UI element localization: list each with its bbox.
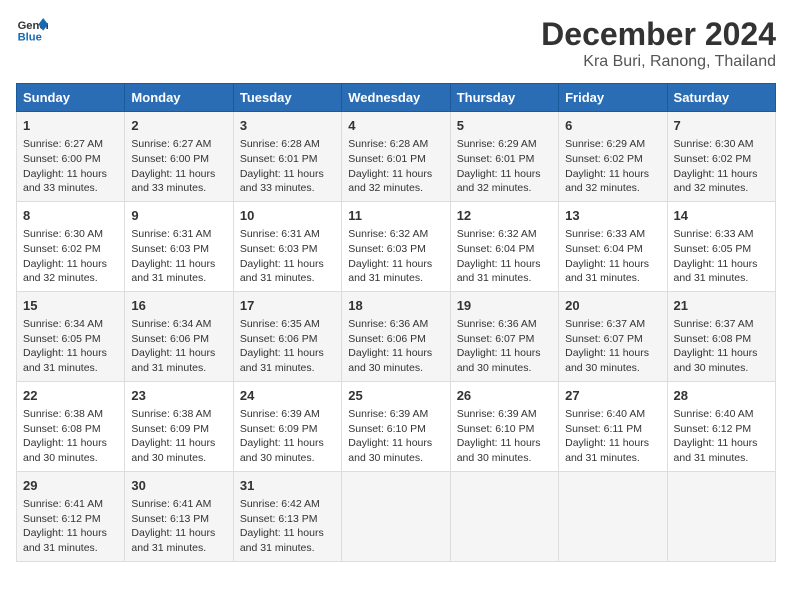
day-number: 3 [240, 117, 335, 135]
header: General Blue December 2024 Kra Buri, Ran… [16, 16, 776, 71]
calendar-cell [342, 471, 450, 561]
calendar-cell: 8Sunrise: 6:30 AMSunset: 6:02 PMDaylight… [17, 201, 125, 291]
calendar-week-row: 29Sunrise: 6:41 AMSunset: 6:12 PMDayligh… [17, 471, 776, 561]
title-area: December 2024 Kra Buri, Ranong, Thailand [541, 16, 776, 71]
calendar-cell: 29Sunrise: 6:41 AMSunset: 6:12 PMDayligh… [17, 471, 125, 561]
day-number: 25 [348, 387, 443, 405]
svg-text:Blue: Blue [18, 31, 42, 43]
calendar-cell: 20Sunrise: 6:37 AMSunset: 6:07 PMDayligh… [559, 291, 667, 381]
calendar-week-row: 22Sunrise: 6:38 AMSunset: 6:08 PMDayligh… [17, 381, 776, 471]
calendar-cell: 6Sunrise: 6:29 AMSunset: 6:02 PMDaylight… [559, 112, 667, 202]
calendar-cell: 9Sunrise: 6:31 AMSunset: 6:03 PMDaylight… [125, 201, 233, 291]
day-number: 28 [674, 387, 769, 405]
header-monday: Monday [125, 84, 233, 112]
calendar-cell: 12Sunrise: 6:32 AMSunset: 6:04 PMDayligh… [450, 201, 558, 291]
calendar-cell: 15Sunrise: 6:34 AMSunset: 6:05 PMDayligh… [17, 291, 125, 381]
calendar-cell: 14Sunrise: 6:33 AMSunset: 6:05 PMDayligh… [667, 201, 775, 291]
calendar-cell: 18Sunrise: 6:36 AMSunset: 6:06 PMDayligh… [342, 291, 450, 381]
day-number: 11 [348, 207, 443, 225]
calendar-cell: 22Sunrise: 6:38 AMSunset: 6:08 PMDayligh… [17, 381, 125, 471]
day-number: 8 [23, 207, 118, 225]
calendar-cell: 27Sunrise: 6:40 AMSunset: 6:11 PMDayligh… [559, 381, 667, 471]
header-wednesday: Wednesday [342, 84, 450, 112]
calendar-header-row: SundayMondayTuesdayWednesdayThursdayFrid… [17, 84, 776, 112]
calendar-cell: 26Sunrise: 6:39 AMSunset: 6:10 PMDayligh… [450, 381, 558, 471]
day-number: 7 [674, 117, 769, 135]
header-sunday: Sunday [17, 84, 125, 112]
header-thursday: Thursday [450, 84, 558, 112]
day-number: 19 [457, 297, 552, 315]
day-number: 31 [240, 477, 335, 495]
day-number: 10 [240, 207, 335, 225]
header-tuesday: Tuesday [233, 84, 341, 112]
day-number: 6 [565, 117, 660, 135]
calendar-week-row: 8Sunrise: 6:30 AMSunset: 6:02 PMDaylight… [17, 201, 776, 291]
logo: General Blue [16, 16, 48, 44]
calendar-cell: 2Sunrise: 6:27 AMSunset: 6:00 PMDaylight… [125, 112, 233, 202]
day-number: 21 [674, 297, 769, 315]
logo-icon: General Blue [16, 16, 48, 44]
calendar-table: SundayMondayTuesdayWednesdayThursdayFrid… [16, 83, 776, 562]
header-saturday: Saturday [667, 84, 775, 112]
calendar-cell: 25Sunrise: 6:39 AMSunset: 6:10 PMDayligh… [342, 381, 450, 471]
calendar-cell: 7Sunrise: 6:30 AMSunset: 6:02 PMDaylight… [667, 112, 775, 202]
calendar-cell: 21Sunrise: 6:37 AMSunset: 6:08 PMDayligh… [667, 291, 775, 381]
day-number: 16 [131, 297, 226, 315]
calendar-cell: 30Sunrise: 6:41 AMSunset: 6:13 PMDayligh… [125, 471, 233, 561]
day-number: 27 [565, 387, 660, 405]
calendar-week-row: 1Sunrise: 6:27 AMSunset: 6:00 PMDaylight… [17, 112, 776, 202]
day-number: 4 [348, 117, 443, 135]
calendar-cell: 31Sunrise: 6:42 AMSunset: 6:13 PMDayligh… [233, 471, 341, 561]
day-number: 17 [240, 297, 335, 315]
day-number: 2 [131, 117, 226, 135]
header-friday: Friday [559, 84, 667, 112]
day-number: 14 [674, 207, 769, 225]
day-number: 5 [457, 117, 552, 135]
day-number: 15 [23, 297, 118, 315]
calendar-cell: 5Sunrise: 6:29 AMSunset: 6:01 PMDaylight… [450, 112, 558, 202]
calendar-cell: 28Sunrise: 6:40 AMSunset: 6:12 PMDayligh… [667, 381, 775, 471]
day-number: 12 [457, 207, 552, 225]
day-number: 13 [565, 207, 660, 225]
calendar-cell [450, 471, 558, 561]
calendar-cell [559, 471, 667, 561]
day-number: 24 [240, 387, 335, 405]
calendar-cell: 11Sunrise: 6:32 AMSunset: 6:03 PMDayligh… [342, 201, 450, 291]
calendar-cell: 17Sunrise: 6:35 AMSunset: 6:06 PMDayligh… [233, 291, 341, 381]
day-number: 23 [131, 387, 226, 405]
day-number: 30 [131, 477, 226, 495]
day-number: 20 [565, 297, 660, 315]
calendar-cell [667, 471, 775, 561]
calendar-cell: 4Sunrise: 6:28 AMSunset: 6:01 PMDaylight… [342, 112, 450, 202]
day-number: 1 [23, 117, 118, 135]
calendar-week-row: 15Sunrise: 6:34 AMSunset: 6:05 PMDayligh… [17, 291, 776, 381]
sub-title: Kra Buri, Ranong, Thailand [541, 53, 776, 71]
day-number: 22 [23, 387, 118, 405]
main-title: December 2024 [541, 16, 776, 53]
calendar-cell: 16Sunrise: 6:34 AMSunset: 6:06 PMDayligh… [125, 291, 233, 381]
calendar-cell: 23Sunrise: 6:38 AMSunset: 6:09 PMDayligh… [125, 381, 233, 471]
calendar-cell: 13Sunrise: 6:33 AMSunset: 6:04 PMDayligh… [559, 201, 667, 291]
calendar-cell: 3Sunrise: 6:28 AMSunset: 6:01 PMDaylight… [233, 112, 341, 202]
calendar-cell: 1Sunrise: 6:27 AMSunset: 6:00 PMDaylight… [17, 112, 125, 202]
calendar-cell: 19Sunrise: 6:36 AMSunset: 6:07 PMDayligh… [450, 291, 558, 381]
day-number: 9 [131, 207, 226, 225]
day-number: 18 [348, 297, 443, 315]
calendar-cell: 24Sunrise: 6:39 AMSunset: 6:09 PMDayligh… [233, 381, 341, 471]
day-number: 26 [457, 387, 552, 405]
calendar-cell: 10Sunrise: 6:31 AMSunset: 6:03 PMDayligh… [233, 201, 341, 291]
day-number: 29 [23, 477, 118, 495]
